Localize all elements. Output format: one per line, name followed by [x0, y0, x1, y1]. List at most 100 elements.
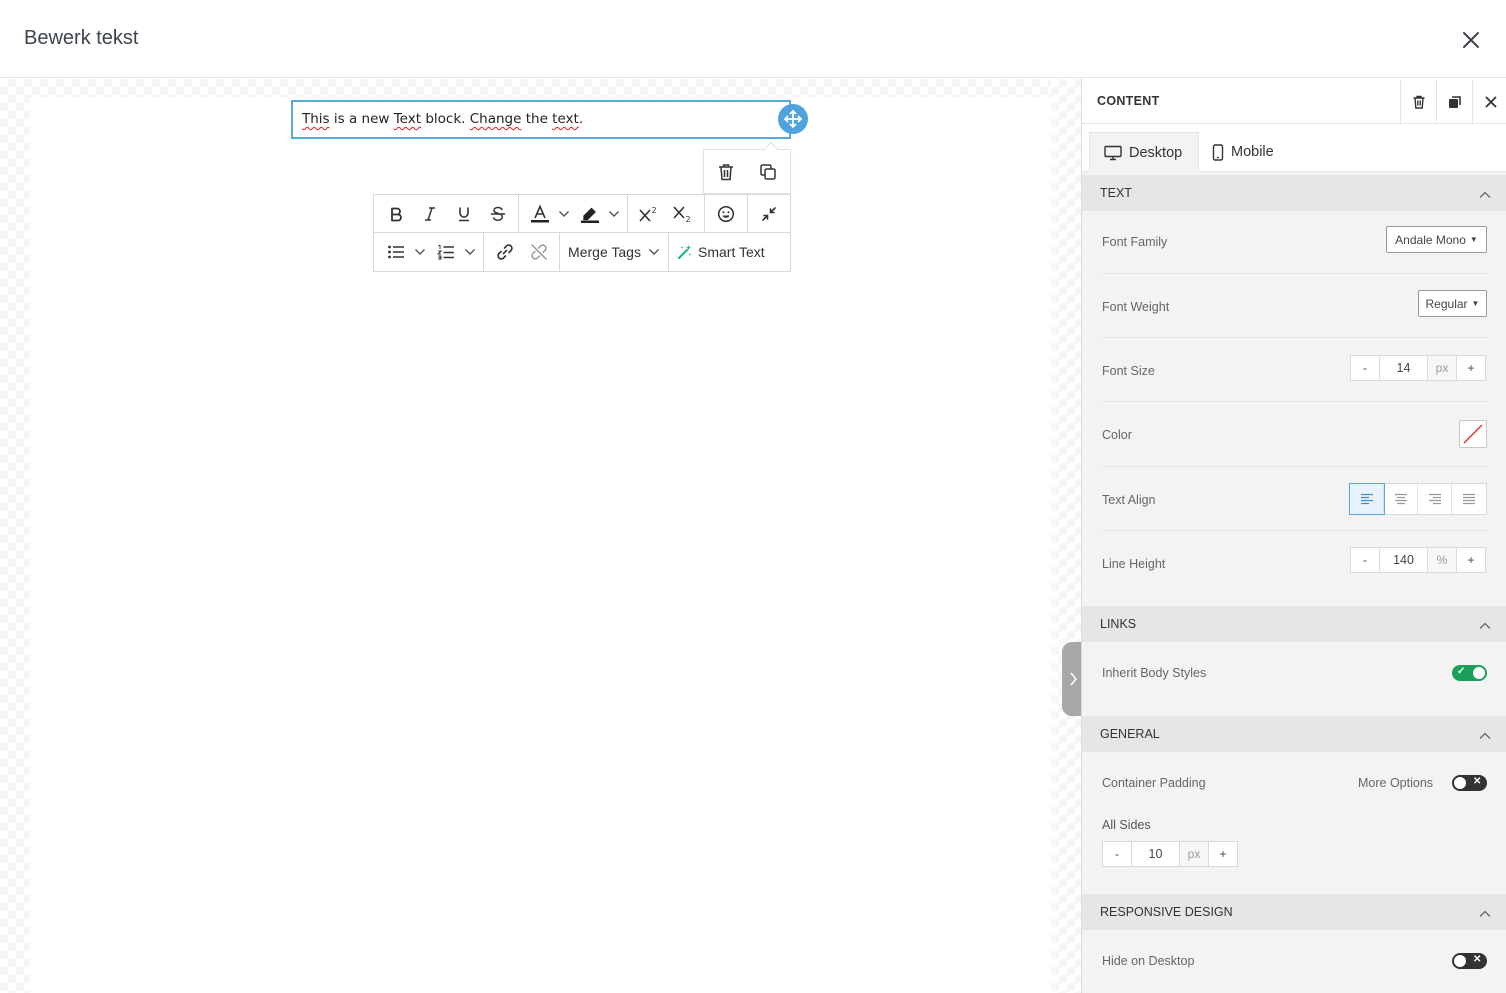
chevron-up-icon — [1478, 618, 1492, 629]
font-size-increment-button[interactable]: + — [1456, 356, 1485, 380]
align-center-icon[interactable] — [1384, 484, 1418, 514]
emoji-icon[interactable] — [710, 195, 742, 233]
inherit-body-styles-row: Inherit Body Styles ✓ — [1102, 642, 1487, 706]
font-color-icon[interactable] — [526, 195, 554, 233]
strikethrough-icon[interactable] — [484, 195, 512, 233]
edit-text-modal: Bewerk tekst This is a new Text block. C… — [0, 0, 1506, 993]
font-size-label: Font Size — [1102, 364, 1155, 378]
chevron-up-icon — [1478, 728, 1492, 739]
color-swatch[interactable] — [1459, 420, 1487, 448]
toolbar-row: Merge Tags Smart Text — [374, 233, 790, 271]
subscript-icon[interactable]: 2 — [668, 195, 698, 233]
smart-text-label: Smart Text — [698, 244, 765, 260]
toolbar-separator — [704, 195, 705, 233]
italic-icon[interactable] — [416, 195, 444, 233]
font-family-label: Font Family — [1102, 235, 1168, 249]
font-size-decrement-button[interactable]: - — [1351, 356, 1380, 380]
chevron-down-icon[interactable] — [412, 233, 428, 271]
canvas-background — [1051, 79, 1081, 993]
underline-icon[interactable] — [450, 195, 478, 233]
text-block-editor[interactable]: This is a new Text block. Change the tex… — [291, 100, 791, 139]
font-weight-row: Font Weight Regular ▼ — [1102, 274, 1487, 338]
section-header-general[interactable]: GENERAL — [1082, 716, 1506, 752]
device-tabs: Desktop Mobile — [1082, 124, 1506, 172]
line-height-increment-button[interactable]: + — [1456, 548, 1485, 572]
text-word: text — [552, 111, 579, 127]
align-right-icon[interactable] — [1418, 484, 1452, 514]
close-icon[interactable] — [1472, 79, 1506, 124]
text-align-row: Text Align — [1102, 467, 1487, 531]
tab-mobile[interactable]: Mobile — [1212, 132, 1302, 172]
inherit-body-styles-toggle[interactable]: ✓ — [1452, 665, 1487, 681]
font-size-input[interactable]: 14 — [1380, 356, 1428, 380]
padding-input[interactable]: 10 — [1132, 842, 1180, 866]
svg-text:2: 2 — [686, 215, 691, 223]
caret-down-icon: ▼ — [1471, 299, 1480, 308]
duplicate-icon[interactable] — [756, 160, 780, 184]
move-handle-icon[interactable] — [778, 104, 808, 134]
chevron-down-icon[interactable] — [606, 195, 622, 233]
duplicate-icon[interactable] — [1436, 79, 1472, 124]
section-title: GENERAL — [1100, 727, 1160, 741]
font-family-dropdown[interactable]: Andale Mono ▼ — [1386, 226, 1487, 253]
numbered-list-icon[interactable] — [432, 233, 460, 271]
desktop-icon — [1104, 145, 1122, 161]
hide-on-desktop-row: Hide on Desktop ✕ — [1102, 930, 1487, 993]
collapse-icon[interactable] — [754, 195, 784, 233]
toggle-knob — [1454, 955, 1466, 967]
text-word: . — [578, 111, 584, 127]
container-padding-label: Container Padding — [1102, 776, 1206, 790]
highlight-color-icon[interactable] — [576, 195, 604, 233]
more-options-toggle[interactable]: ✕ — [1452, 775, 1487, 791]
panel-header: CONTENT — [1082, 79, 1506, 124]
tab-desktop-label: Desktop — [1129, 144, 1183, 161]
align-justify-icon[interactable] — [1452, 484, 1486, 514]
section-header-links[interactable]: LINKS — [1082, 606, 1506, 642]
chevron-down-icon[interactable] — [462, 233, 478, 271]
align-left-icon[interactable] — [1349, 483, 1385, 515]
toggle-knob — [1454, 777, 1466, 789]
collapse-panel-toggle[interactable] — [1062, 642, 1081, 716]
color-row: Color — [1102, 402, 1487, 467]
line-height-decrement-button[interactable]: - — [1351, 548, 1380, 572]
hide-on-desktop-label: Hide on Desktop — [1102, 954, 1195, 968]
hide-on-desktop-toggle[interactable]: ✕ — [1452, 953, 1487, 969]
section-header-text[interactable]: TEXT — [1082, 175, 1506, 211]
link-icon[interactable] — [490, 233, 520, 271]
line-height-input[interactable]: 140 — [1380, 548, 1428, 572]
trash-icon[interactable] — [714, 160, 738, 184]
close-icon[interactable] — [1458, 27, 1484, 53]
properties-panel: CONTENT Desktop Mobile TEXT Font Family … — [1081, 79, 1506, 993]
font-family-value: Andale Mono — [1395, 232, 1466, 247]
font-weight-value: Regular — [1425, 296, 1468, 311]
canvas-background — [0, 79, 30, 993]
text-word: Change — [469, 111, 522, 127]
all-sides-stepper: - 10 px + — [1102, 841, 1238, 867]
caret-down-icon: ▼ — [1469, 235, 1478, 244]
tab-desktop[interactable]: Desktop — [1089, 132, 1199, 172]
superscript-icon[interactable]: 2 — [634, 195, 664, 233]
toolbar-row: 2 2 — [374, 195, 790, 233]
font-weight-label: Font Weight — [1102, 300, 1170, 314]
section-header-responsive-design[interactable]: RESPONSIVE DESIGN — [1082, 894, 1506, 930]
toolbar-separator — [747, 195, 748, 233]
toolbar-separator — [627, 195, 628, 233]
text-format-toolbar: 2 2 Merge Tags Smart Text — [373, 194, 791, 272]
line-height-label: Line Height — [1102, 557, 1166, 571]
bold-icon[interactable] — [382, 195, 410, 233]
section-title: LINKS — [1100, 617, 1137, 631]
chevron-down-icon[interactable] — [556, 195, 572, 233]
padding-increment-button[interactable]: + — [1208, 842, 1237, 866]
padding-decrement-button[interactable]: - — [1103, 842, 1132, 866]
font-weight-dropdown[interactable]: Regular ▼ — [1418, 290, 1487, 317]
merge-tags-label: Merge Tags — [568, 244, 641, 260]
text-align-group — [1349, 483, 1487, 515]
toggle-knob — [1473, 667, 1485, 679]
trash-icon[interactable] — [1400, 79, 1436, 124]
bullet-list-icon[interactable] — [382, 233, 410, 271]
check-icon: ✓ — [1457, 666, 1466, 677]
text-word: block. — [421, 111, 470, 127]
merge-tags-dropdown[interactable]: Merge Tags — [564, 233, 664, 271]
smart-text-button[interactable]: Smart Text — [673, 233, 779, 271]
unlink-icon[interactable] — [524, 233, 554, 271]
